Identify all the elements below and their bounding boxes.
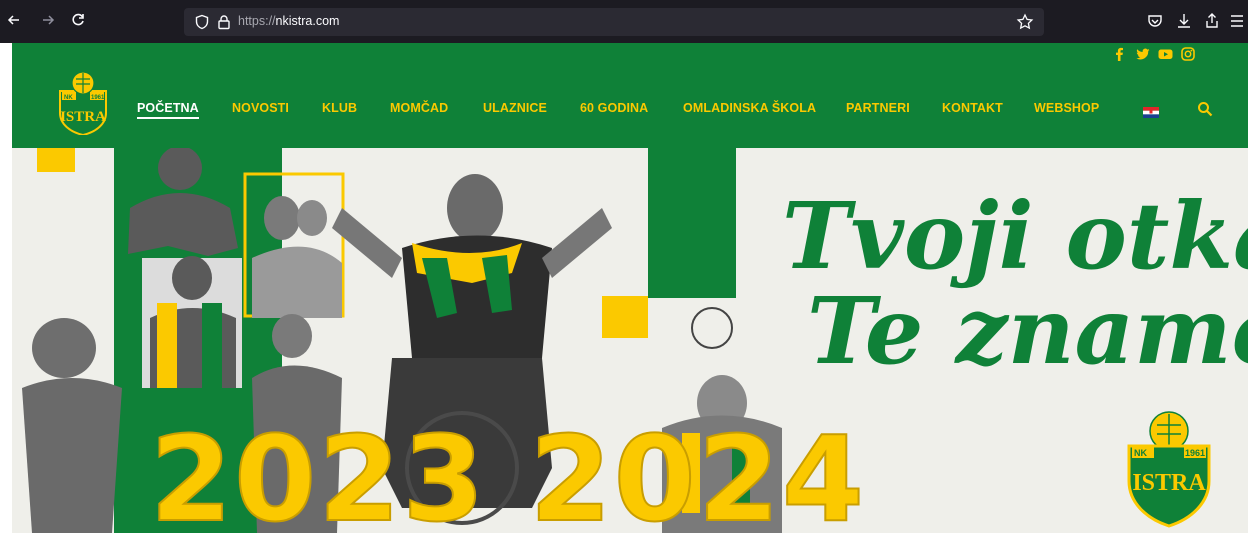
nav-klub[interactable]: KLUB (322, 101, 357, 115)
nav-60-godina[interactable]: 60 GODINA (580, 101, 648, 115)
bookmark-star-icon[interactable] (1016, 13, 1034, 31)
reload-icon[interactable] (68, 12, 88, 32)
nav-pocetna[interactable]: POČETNA (137, 101, 199, 119)
facebook-icon[interactable] (1114, 47, 1124, 61)
logo-nk-text: NK (64, 95, 73, 101)
slogan-line1: Tvoji otkad (782, 182, 1248, 290)
hero-logo-nk: NK (1134, 448, 1147, 458)
hero-banner[interactable]: 2023 2024 Tvoji otkad Te znamo! NK 1961 … (12, 148, 1248, 533)
nav-momcad[interactable]: MOMČAD (390, 101, 448, 115)
forward-arrow-icon[interactable] (38, 12, 58, 32)
search-icon[interactable] (1196, 100, 1214, 118)
nav-omladinska-skola[interactable]: OMLADINSKA ŠKOLA (683, 101, 816, 115)
url-domain: nkistra.com (275, 14, 340, 28)
nav-webshop[interactable]: WEBSHOP (1034, 101, 1099, 115)
shield-icon[interactable] (194, 14, 210, 30)
address-bar[interactable]: https://nkistra.com (184, 8, 1044, 36)
nav-partneri[interactable]: PARTNERI (846, 101, 910, 115)
logo-name-text: ISTRA (60, 109, 106, 125)
croatian-flag-icon[interactable] (1143, 105, 1159, 118)
back-arrow-icon[interactable] (4, 12, 24, 32)
download-icon[interactable] (1175, 12, 1193, 30)
hero-logo-year: 1961 (1185, 448, 1205, 458)
hero-club-logo: NK 1961 ISTRA (1127, 411, 1211, 528)
season-text: 2023 2024 (150, 410, 866, 533)
yellow-square-middle (602, 296, 648, 338)
nav-novosti[interactable]: NOVOSTI (232, 101, 289, 115)
menu-icon[interactable] (1229, 12, 1247, 30)
logo-year-text: 1961 (91, 95, 105, 101)
hero-logo-name: ISTRA (1132, 470, 1206, 496)
slogan-line2: Te znamo! (807, 277, 1248, 385)
pocket-icon[interactable] (1146, 12, 1164, 30)
nav-kontakt[interactable]: KONTAKT (942, 101, 1003, 115)
url-protocol: https:// (238, 14, 276, 28)
youtube-icon[interactable] (1158, 47, 1173, 61)
club-logo[interactable]: NK 1961 ISTRA (56, 69, 110, 137)
yellow-square-top (37, 148, 75, 172)
twitter-icon[interactable] (1136, 47, 1150, 61)
share-icon[interactable] (1203, 12, 1221, 30)
site-header: NK 1961 ISTRA POČETNA NOVOSTI KLUB MOMČA… (12, 43, 1248, 148)
instagram-icon[interactable] (1181, 47, 1195, 61)
lock-icon[interactable] (216, 14, 232, 30)
green-panel-center (648, 148, 736, 298)
browser-toolbar: https://nkistra.com (0, 0, 1248, 43)
url-text[interactable]: https://nkistra.com (238, 14, 339, 28)
nav-ulaznice[interactable]: ULAZNICE (483, 101, 547, 115)
